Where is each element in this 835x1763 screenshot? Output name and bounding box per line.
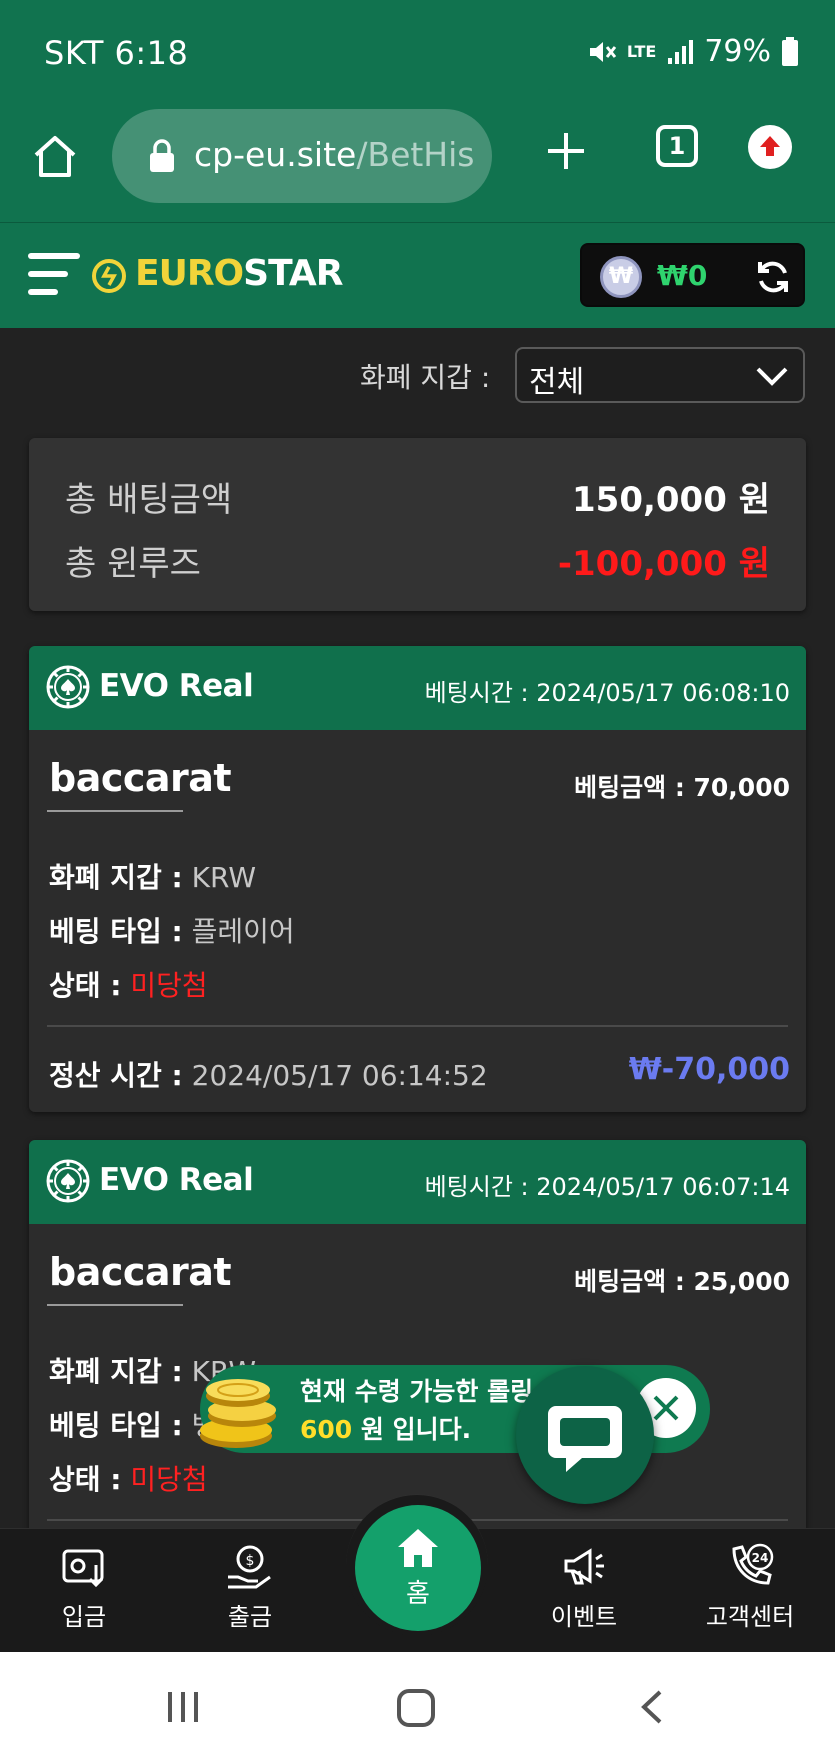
eurostar-logo-icon [92,259,126,293]
nav-withdraw[interactable]: $ 출금 [190,1541,310,1632]
gold-coins-icon [200,1379,276,1448]
nav-withdraw-label: 출금 [227,1603,273,1631]
bet-amount: 베팅금액 : 70,000 [574,773,790,802]
nav-event[interactable]: 이벤트 [524,1541,644,1632]
bet-card: EVO Real 베팅시간 : 2024/05/17 06:08:10 bacc… [29,646,806,1112]
url-text: cp-eu.site/BetHis [194,135,480,174]
currency-filter-label: 화폐 지갑 : [360,361,491,394]
battery-percent: 79% [704,34,771,69]
carrier-time: SKT 6:18 [44,34,189,72]
settle-time-label: 정산 시간 : [49,1059,183,1092]
deposit-icon [62,1549,104,1588]
update-icon[interactable] [748,125,792,169]
status-value: 미당첨 [130,1463,208,1496]
bet-time: 베팅시간 : 2024/05/17 06:07:14 [424,1173,790,1201]
card-divider [47,1025,788,1027]
toast-message-line1: 현재 수령 가능한 롤링 [300,1377,534,1406]
network-type: LTE [626,41,657,61]
live-chat-button[interactable] [516,1366,654,1504]
game-underline [47,1304,183,1306]
bet-card-header: EVO Real 베팅시간 : 2024/05/17 06:08:10 [29,646,806,730]
wallet-detail: 화폐 지갑 : KRW [49,856,256,896]
url-bar[interactable]: cp-eu.site/BetHis [112,109,492,203]
browser-toolbar: cp-eu.site/BetHis 1 [0,105,835,222]
status-bar: SKT 6:18 LTE 79% [0,0,835,105]
bet-summary-panel: 총 배팅금액 150,000 원 총 윈루즈 -100,000 원 [29,438,806,611]
svg-text:24: 24 [752,1551,769,1565]
bet-amount: 베팅금액 : 25,000 [574,1267,790,1296]
signal-icon [668,39,694,64]
status-label: 상태 : [49,969,122,1002]
currency-filter-select[interactable]: 전체 [515,347,805,403]
chat-bubble-icon [548,1406,622,1472]
app-header: EUROSTAR ₩ ₩0 [0,222,835,328]
bet-type-label: 베팅 타입 : [49,915,183,948]
status-value: 미당첨 [130,969,208,1002]
settle-time: 정산 시간 : 2024/05/17 06:14:52 [49,1054,488,1094]
total-bet-value: 150,000 원 [572,480,770,520]
provider-name: EVO Real [99,1162,254,1198]
bet-result-amount: ₩-70,000 [628,1052,790,1087]
game-underline [47,810,183,812]
url-path: /BetHis [356,135,475,174]
currency-filter-value: 전체 [529,365,585,400]
nav-support[interactable]: 24 고객센터 [690,1541,810,1632]
wallet-detail-value: KRW [191,861,257,894]
mute-icon [589,41,617,62]
toast-message-rest: 원 입니다. [352,1415,472,1444]
bet-type-value: 플레이어 [191,915,295,948]
wallet-detail-label: 화폐 지갑 : [49,861,183,894]
withdraw-icon: $ [228,1545,271,1589]
battery-icon [782,36,798,66]
url-domain: cp-eu.site [194,135,357,174]
browser-home-icon[interactable] [30,131,80,181]
lock-icon [150,139,174,172]
megaphone-icon [564,1548,604,1585]
status-detail: 상태 : 미당첨 [49,1458,208,1498]
home-icon [398,1529,438,1567]
status-label: 상태 : [49,1463,122,1496]
logo-text[interactable]: EUROSTAR [135,253,343,294]
game-name: baccarat [49,1250,232,1294]
toast-amount: 600 [300,1415,353,1444]
toast-message-line2: 600 원 입니다. [300,1410,471,1446]
hamburger-menu-icon[interactable] [28,251,80,299]
android-home-icon[interactable] [396,1688,436,1728]
total-winloss-label: 총 윈루즈 [65,544,201,584]
bet-card-header: EVO Real 베팅시간 : 2024/05/17 06:07:14 [29,1140,806,1224]
recent-apps-icon[interactable] [164,1688,202,1726]
bet-type-detail: 베팅 타입 : 플레이어 [49,910,295,950]
android-navigation-bar [0,1652,835,1763]
wallet-detail-label: 화폐 지갑 : [49,1355,183,1388]
new-tab-icon[interactable] [544,129,588,173]
back-icon[interactable] [636,1688,666,1726]
won-coin-icon: ₩ [600,256,642,298]
refresh-icon[interactable] [754,258,792,296]
settle-time-value: 2024/05/17 06:14:52 [191,1059,488,1092]
total-winloss-value: -100,000 원 [557,544,770,584]
casino-chip-icon [46,665,90,709]
provider-name: EVO Real [99,668,254,704]
wallet-balance: ₩ ₩0 [580,243,805,307]
nav-home-label: 홈 [406,1579,430,1609]
status-detail: 상태 : 미당첨 [49,964,208,1004]
support-24h-icon: 24 [732,1543,774,1585]
wallet-amount: ₩0 [657,259,708,292]
nav-deposit[interactable]: 입금 [24,1541,144,1632]
status-icons: LTE 79% [587,34,799,69]
svg-text:$: $ [246,1553,255,1569]
logo-star: STAR [243,253,343,294]
total-bet-label: 총 배팅금액 [65,480,233,520]
bet-time: 베팅시간 : 2024/05/17 06:08:10 [424,679,790,707]
nav-deposit-label: 입금 [61,1603,107,1631]
nav-support-label: 고객센터 [705,1603,795,1631]
casino-chip-icon [46,1159,90,1203]
chevron-down-icon [756,367,788,386]
bet-type-label: 베팅 타입 : [49,1409,183,1442]
logo-euro: EURO [135,253,244,294]
game-name: baccarat [49,756,232,800]
tab-switcher-button[interactable]: 1 [656,125,698,167]
nav-home[interactable]: 홈 [355,1505,481,1631]
nav-event-label: 이벤트 [550,1603,618,1631]
